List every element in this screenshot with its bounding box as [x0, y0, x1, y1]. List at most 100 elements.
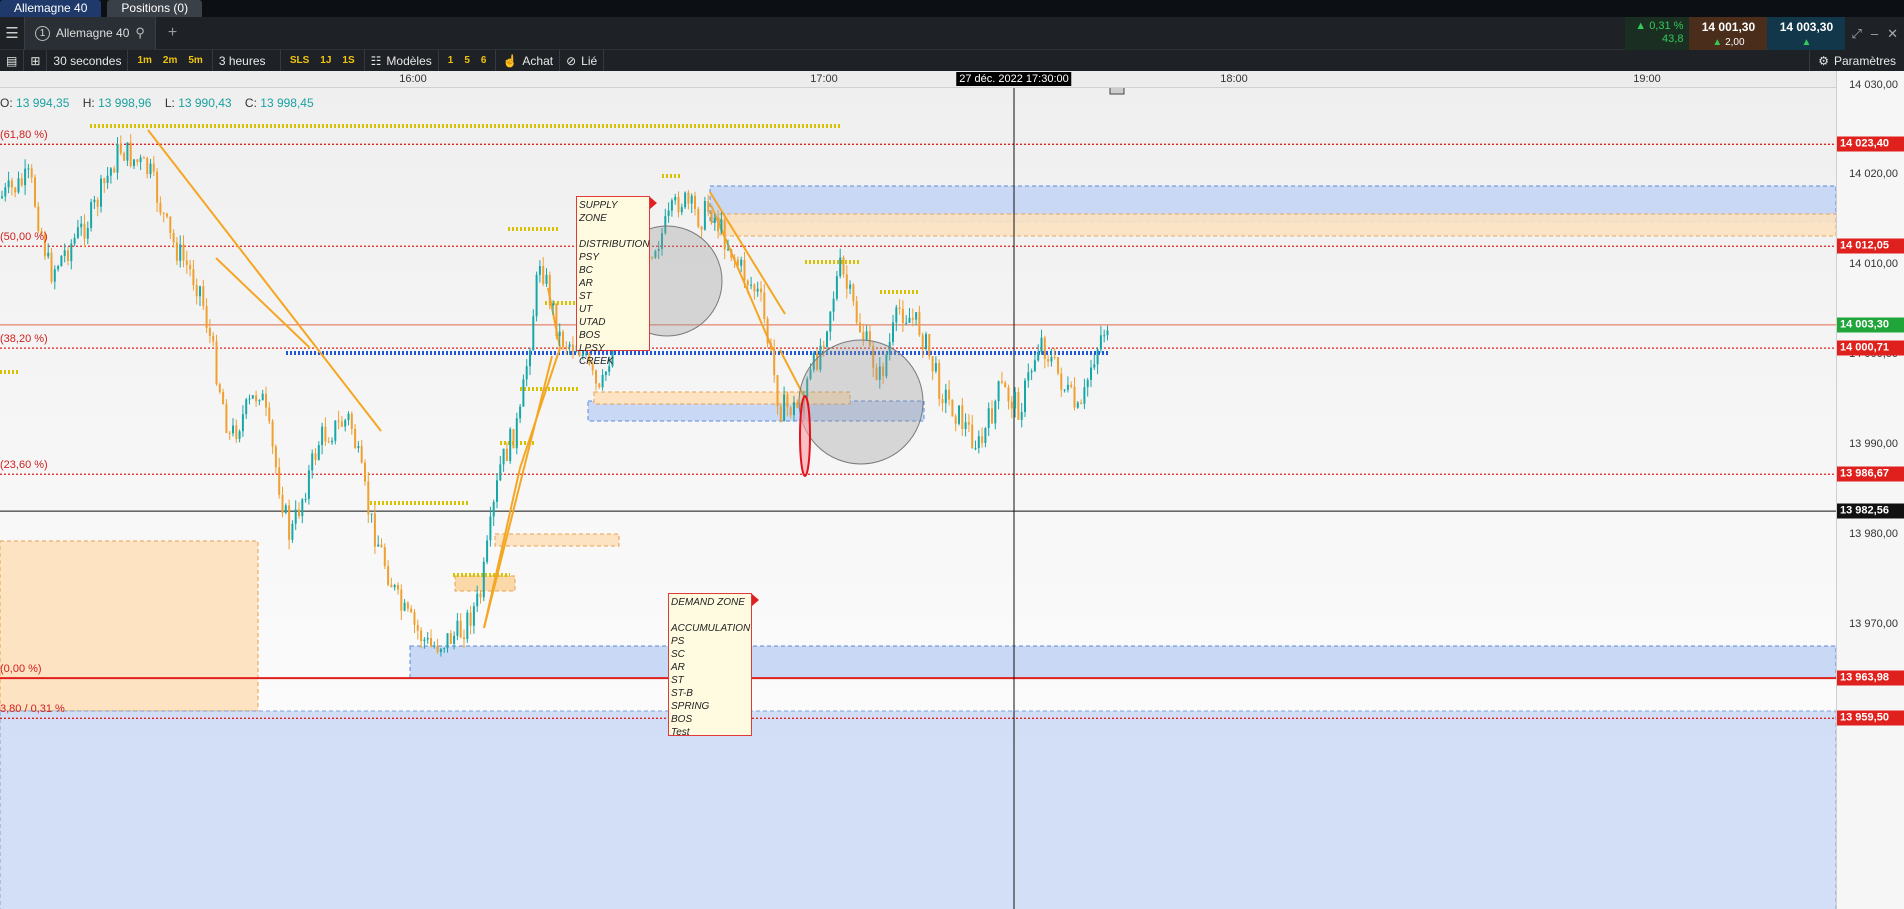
candle-body: [169, 216, 172, 234]
interval-2m-button[interactable]: 2m: [160, 55, 180, 66]
candle-body: [707, 201, 710, 213]
candle-body: [53, 269, 56, 282]
candle-body: [911, 317, 914, 320]
candle-body: [354, 428, 357, 449]
candle-body: [713, 217, 716, 223]
period-1s-button[interactable]: 1S: [339, 55, 357, 66]
period-label: 3 heures: [218, 53, 266, 68]
candle-body: [123, 153, 126, 161]
models-button[interactable]: ☷ Modèles: [365, 50, 439, 71]
sell-price-button[interactable]: 14 001,30 ▲ 2,00: [1689, 17, 1768, 50]
menu-icon[interactable]: ☰: [0, 24, 24, 42]
supply-item: AR: [579, 278, 593, 289]
close-icon[interactable]: ✕: [1887, 26, 1898, 42]
supply-item: BC: [579, 265, 593, 276]
supply-zone-note[interactable]: SUPPLY ZONE DISTRIBUTION PSY BC AR ST UT…: [576, 196, 650, 367]
price-change: ▲ 0,31 % 43,8: [1625, 17, 1690, 50]
candle-body: [967, 422, 970, 425]
candle-body: [136, 159, 139, 163]
candle-body: [416, 624, 419, 631]
tab-allemagne-40[interactable]: Allemagne 40: [0, 0, 102, 17]
candle-body: [139, 157, 142, 163]
candle-body: [47, 252, 50, 257]
candle-body: [1017, 392, 1020, 420]
candle-body: [1090, 367, 1092, 380]
candle-body: [522, 379, 525, 407]
demand-zone-note[interactable]: DEMAND ZONE ACCUMULATION PS SC AR ST ST-…: [668, 593, 752, 738]
settings-label: Paramètres: [1833, 53, 1896, 68]
sls-button[interactable]: SLS: [287, 55, 312, 66]
price-chart[interactable]: O: 13 994,35 H: 13 998,96 L: 13 990,43 C…: [0, 88, 1836, 909]
add-chart-button[interactable]: +: [156, 24, 189, 42]
candle-body: [314, 453, 317, 460]
time-axis[interactable]: 16:00 17:00 18:00 19:00 27 déc. 2022 17:…: [0, 71, 1836, 88]
bottom-blue-zone: [0, 710, 1836, 909]
interval-5m-button[interactable]: 5m: [185, 55, 205, 66]
candle-body: [948, 389, 951, 400]
supply-item: CREEK: [579, 356, 614, 367]
model-slot-1[interactable]: 1: [445, 55, 457, 66]
interval-1m-button[interactable]: 1m: [134, 55, 154, 66]
minimize-icon[interactable]: –: [1871, 26, 1878, 41]
candle-body: [901, 308, 904, 324]
buy-button[interactable]: ☝ Achat: [496, 50, 561, 71]
candle-body: [842, 257, 845, 275]
demand-item: ACCUMULATION: [671, 623, 751, 634]
detach-icon[interactable]: ⤢: [1851, 26, 1861, 42]
list-view-icon[interactable]: ▤: [0, 50, 25, 71]
candle-body: [185, 260, 188, 265]
candle-body: [433, 645, 436, 647]
candle-body: [1, 196, 3, 198]
model-slot-5[interactable]: 5: [461, 55, 473, 66]
chart-canvas[interactable]: [0, 88, 1836, 909]
candle-body: [222, 391, 225, 405]
instrument-selector[interactable]: 1 Allemagne 40 ⚲: [24, 16, 156, 50]
bid-arrow-icon: ▲: [1712, 37, 1723, 48]
interval-selector[interactable]: 30 secondes: [47, 50, 129, 71]
bid-price: 14 001,30: [1701, 20, 1756, 34]
candle-body: [446, 633, 449, 649]
candle-body: [156, 171, 159, 203]
search-icon[interactable]: ⚲: [135, 25, 145, 41]
candle-body: [218, 384, 221, 392]
candle-body: [393, 584, 396, 588]
instrument-number-badge: 1: [35, 25, 50, 41]
quick-periods: SLS 1J 1S: [281, 50, 365, 71]
price-tag: 13 963,98: [1837, 670, 1904, 686]
price-tag: 14 012,05: [1837, 238, 1904, 254]
candle-body: [420, 630, 423, 641]
layout-grid-icon[interactable]: ⊞: [24, 50, 48, 71]
candle-body: [360, 446, 363, 463]
model-slot-6[interactable]: 6: [478, 55, 490, 66]
tab-bar: Allemagne 40 Positions (0): [0, 0, 1904, 17]
candle-body: [90, 202, 93, 228]
candle-body: [430, 638, 432, 647]
candle-body: [76, 227, 79, 238]
period-1j-button[interactable]: 1J: [317, 55, 334, 66]
candle-body: [542, 266, 545, 284]
candle-body: [545, 274, 548, 284]
candle-body: [251, 395, 254, 399]
period-selector[interactable]: 3 heures: [213, 50, 281, 71]
candle-body: [476, 593, 479, 607]
candle-body: [109, 168, 112, 176]
tab-positions[interactable]: Positions (0): [107, 0, 203, 17]
settings-button[interactable]: ⚙ Paramètres: [1809, 50, 1904, 71]
left-orange-zone: [0, 540, 259, 712]
candle-body: [535, 274, 538, 317]
buy-price-button[interactable]: 14 003,30 ▲: [1767, 17, 1846, 50]
candle-body: [1004, 382, 1007, 388]
link-button[interactable]: ⊘ Lié: [560, 50, 605, 71]
candle-body: [835, 276, 838, 299]
candle-body: [1027, 372, 1030, 381]
fib-label: (23,60 %): [0, 459, 48, 472]
time-label-1600: 16:00: [399, 73, 427, 85]
price-axis[interactable]: 14 030,00 14 020,00 14 010,00 14 000,00 …: [1836, 71, 1904, 909]
demand-item: ST-B: [671, 688, 693, 699]
candle-body: [892, 322, 894, 342]
instrument-bar: ☰ 1 Allemagne 40 ⚲ + ▲ 0,31 % 43,8 14 00…: [0, 16, 1904, 50]
candle-body: [1047, 359, 1050, 362]
demand-zone-title: DEMAND ZONE: [671, 597, 745, 608]
candle-body: [370, 513, 373, 515]
time-label-1700: 17:00: [810, 73, 838, 85]
